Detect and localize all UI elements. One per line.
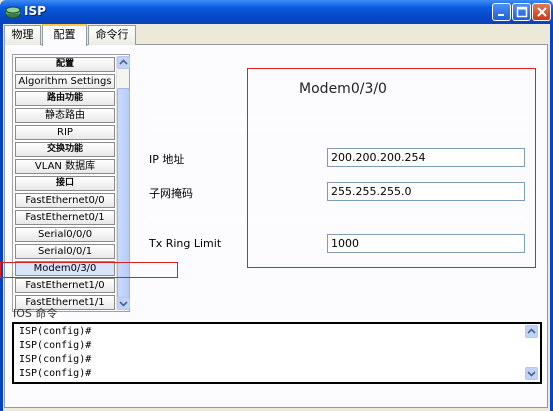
scroll-down-button[interactable] (117, 297, 130, 310)
console-line: ISP(config)# (19, 368, 92, 379)
scroll-up-button[interactable] (117, 56, 130, 69)
annotation-box-config (247, 68, 536, 268)
window-frame-left (0, 24, 3, 411)
minimize-button[interactable] (492, 3, 511, 21)
ios-command-label: IOS 命令 (13, 308, 58, 320)
minimize-icon (498, 14, 504, 16)
annotation-box-sidebar (0, 262, 178, 278)
sidebar-item-vlan-database[interactable]: VLAN 数据库 (15, 159, 115, 174)
chevron-down-icon (527, 371, 536, 377)
tab-config[interactable]: 配置 (42, 24, 87, 46)
sidebar-item-fastethernet0-1[interactable]: FastEthernet0/1 (15, 210, 115, 225)
sidebar-header-config: 配置 (15, 57, 115, 72)
chevron-down-icon (119, 301, 128, 307)
sidebar-item-fastethernet0-0[interactable]: FastEthernet0/0 (15, 193, 115, 208)
sidebar-item-static-routing[interactable]: 静态路由 (15, 108, 115, 123)
console-scroll-up-button[interactable] (525, 325, 538, 338)
console-line: ISP(config)# (19, 354, 92, 365)
ios-console[interactable]: ISP(config)# ISP(config)# ISP(config)# I… (12, 322, 542, 384)
ip-address-label: IP 地址 (149, 153, 185, 166)
tx-ring-limit-label: Tx Ring Limit (149, 237, 222, 250)
title-bar: ISP (0, 0, 553, 24)
close-button[interactable] (532, 3, 551, 21)
console-scroll-down-button[interactable] (525, 367, 538, 380)
sidebar-header-switching: 交换功能 (15, 142, 115, 157)
sidebar-item-serial0-0-0[interactable]: Serial0/0/0 (15, 227, 115, 242)
close-icon (537, 7, 547, 17)
tab-cli[interactable]: 命令行 (88, 25, 136, 45)
sidebar-item-rip[interactable]: RIP (15, 125, 115, 140)
console-line: ISP(config)# (19, 326, 92, 337)
sidebar-item-fastethernet1-0[interactable]: FastEthernet1/0 (15, 278, 115, 293)
tab-physical[interactable]: 物理 (4, 25, 41, 45)
chevron-up-icon (527, 328, 536, 334)
console-scrollbar[interactable] (525, 325, 538, 381)
maximize-icon (516, 6, 528, 18)
window-title: ISP (24, 4, 46, 18)
sidebar-item-algorithm-settings[interactable]: Algorithm Settings (15, 74, 115, 89)
chevron-up-icon (119, 59, 128, 65)
maximize-button[interactable] (512, 3, 531, 21)
subnet-mask-label: 子网掩码 (149, 187, 193, 200)
router-icon (5, 6, 21, 19)
sidebar-header-interface: 接口 (15, 176, 115, 191)
sidebar-item-serial0-0-1[interactable]: Serial0/0/1 (15, 244, 115, 259)
console-line: ISP(config)# (19, 340, 92, 351)
sidebar-header-routing: 路由功能 (15, 91, 115, 106)
